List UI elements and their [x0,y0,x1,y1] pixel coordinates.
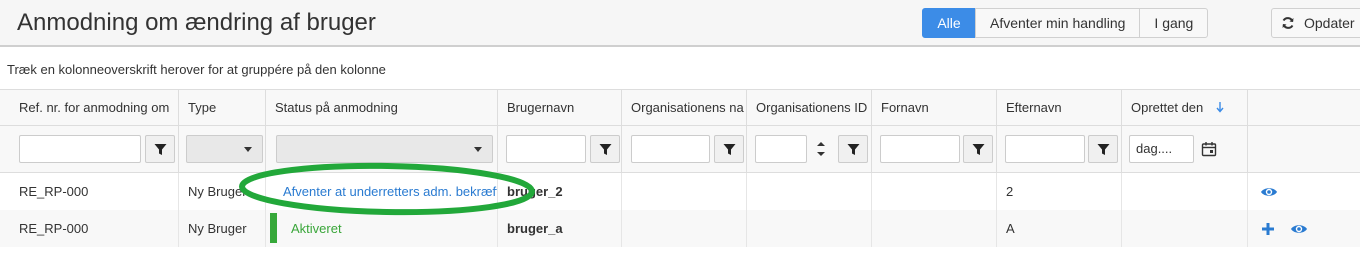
refresh-button[interactable]: Opdater [1271,8,1360,38]
chevron-down-icon [474,147,482,152]
table-row[interactable]: RE_RP-000 Ny Bruger Afventer at underret… [0,173,1360,210]
chevron-down-icon [244,147,252,152]
status-filter-group: Alle Afventer min handling I gang [922,8,1209,38]
col-actions [1247,90,1360,126]
filter-cell-ref [10,126,178,173]
cell-actions [1247,173,1360,210]
filter-cell-actions [1247,126,1360,173]
cell-org-id [746,173,871,210]
numeric-stepper-icon[interactable] [807,135,835,163]
filter-cell-lastname [996,126,1121,173]
filter-in-progress-button[interactable]: I gang [1139,8,1209,38]
refresh-icon [1282,17,1294,29]
firstname-filter-button[interactable] [963,135,993,163]
lastname-filter-button[interactable] [1088,135,1118,163]
org-name-filter-input[interactable] [631,135,710,163]
cell-org-name [621,210,746,247]
filter-icon [154,144,167,155]
col-created-label: Oprettet den [1131,100,1204,115]
col-type[interactable]: Type [178,90,266,126]
filter-cell-type [178,126,265,173]
cell-created [1121,173,1247,210]
filter-icon [599,144,612,155]
org-id-filter-input[interactable] [755,135,807,163]
cell-lastname: 2 [996,173,1121,210]
cell-status: Aktiveret [265,210,497,247]
cell-ref: RE_RP-000 [19,184,89,199]
cell-created [1121,210,1247,247]
lastname-filter-input[interactable] [1005,135,1085,163]
cell-firstname [871,173,996,210]
filter-cell-org-name [621,126,746,173]
firstname-filter-input[interactable] [880,135,960,163]
eye-icon[interactable] [1260,186,1278,198]
org-name-filter-button[interactable] [714,135,744,163]
filter-icon [723,144,736,155]
grouping-hint: Træk en kolonneoverskrift herover for at… [7,62,386,77]
cell-org-name [621,173,746,210]
col-lastname[interactable]: Efternavn [996,90,1122,126]
type-filter-select[interactable] [186,135,263,163]
ref-filter-button[interactable] [145,135,175,163]
ref-filter-input[interactable] [19,135,141,163]
filter-cell-org-id [746,126,871,173]
filter-awaiting-button[interactable]: Afventer min handling [975,8,1141,38]
col-created[interactable]: Oprettet den [1121,90,1248,126]
col-username[interactable]: Brugernavn [497,90,622,126]
cell-type: Ny Bruger [178,173,265,210]
calendar-icon[interactable] [1201,141,1217,157]
filter-icon [972,144,985,155]
plus-icon[interactable] [1261,222,1275,236]
cell-org-id [746,210,871,247]
page-title: Anmodning om ændring af bruger [17,9,376,36]
col-org-name[interactable]: Organisationens na [621,90,747,126]
page-header: Anmodning om ændring af bruger Alle Afve… [0,0,1360,47]
table-row[interactable]: RE_RP-000 Ny Bruger Aktiveret bruger_a A [0,210,1360,247]
cell-lastname: A [996,210,1121,247]
username-filter-button[interactable] [590,135,620,163]
filter-row: dag.... [0,126,1360,173]
filter-all-button[interactable]: Alle [922,8,976,38]
cell-firstname [871,210,996,247]
filter-icon [1097,144,1110,155]
username-filter-input[interactable] [506,135,586,163]
cell-username: bruger_2 [497,173,621,210]
col-org-id[interactable]: Organisationens ID [746,90,872,126]
cell-status-link[interactable]: Afventer at underretters adm. bekræfte [265,173,497,210]
col-status[interactable]: Status på anmodning [265,90,499,126]
filter-cell-username [497,126,621,173]
col-ref[interactable]: Ref. nr. for anmodning om [10,90,182,126]
org-id-filter-button[interactable] [838,135,868,163]
group-drop-zone[interactable]: Træk en kolonneoverskrift herover for at… [0,49,1360,89]
created-date-input[interactable]: dag.... [1129,135,1194,163]
cell-username: bruger_a [497,210,621,247]
requests-grid: Ref. nr. for anmodning om Type Status på… [0,89,1360,247]
filter-cell-status [265,126,497,173]
cell-type: Ny Bruger [178,210,265,247]
header-row: Ref. nr. for anmodning om Type Status på… [0,90,1360,126]
cell-actions [1247,210,1360,247]
filter-cell-firstname [871,126,996,173]
refresh-label: Opdater [1304,15,1355,31]
sort-desc-icon [1216,102,1224,113]
cell-ref: RE_RP-000 [19,221,89,236]
filter-icon [847,144,860,155]
filter-cell-created: dag.... [1121,126,1247,173]
eye-icon[interactable] [1290,223,1308,235]
col-firstname[interactable]: Fornavn [871,90,997,126]
status-filter-select[interactable] [276,135,493,163]
